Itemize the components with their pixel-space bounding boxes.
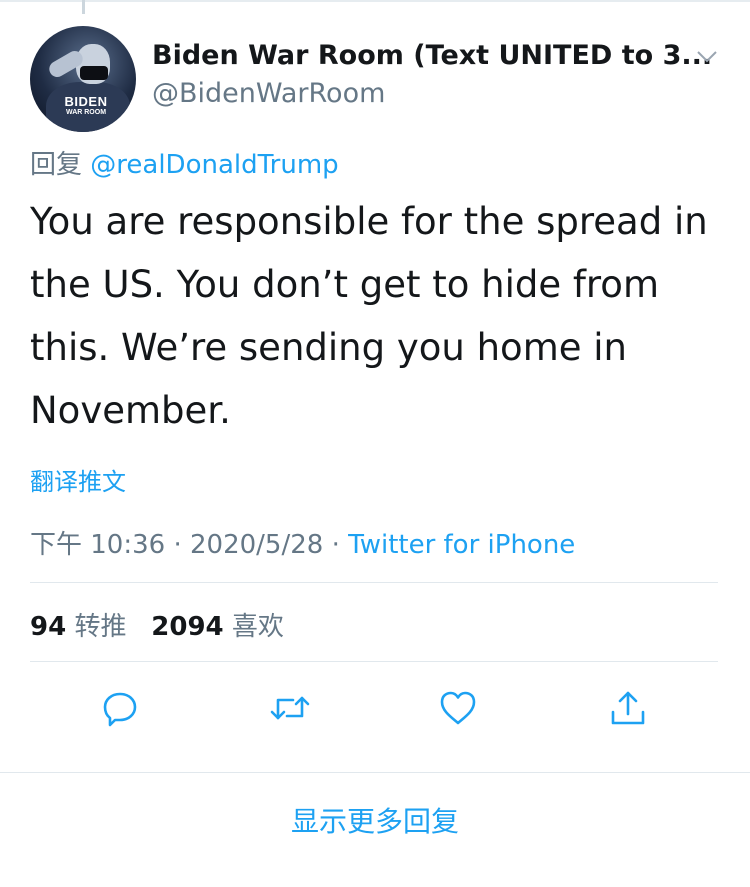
reply-prefix: 回复 [30, 150, 83, 180]
replying-to: 回复 @realDonaldTrump [30, 144, 339, 181]
reply-mention-link[interactable]: @realDonaldTrump [90, 150, 338, 180]
avatar-logo: BIDEN [64, 94, 108, 109]
like-button[interactable] [436, 686, 480, 730]
tweet-source-link[interactable]: Twitter for iPhone [348, 530, 575, 560]
tweet-text: You are responsible for the spread in th… [30, 200, 708, 432]
retweet-icon [270, 696, 310, 720]
meta-separator: · [173, 530, 182, 560]
reply-icon [103, 692, 137, 727]
share-button[interactable] [606, 686, 650, 730]
avatar-logo-sub: WAR ROOM [65, 109, 107, 116]
thread-connector [82, 0, 85, 14]
divider [30, 582, 718, 583]
chevron-down-icon[interactable] [696, 50, 718, 64]
avatar[interactable]: BIDEN WAR ROOM [30, 26, 136, 132]
heart-icon [440, 691, 476, 725]
author-display-name[interactable]: Biden War Room (Text UNITED to 3... [152, 40, 712, 71]
meta-separator: · [331, 530, 340, 560]
retweets-stat[interactable]: 94 转推 [30, 612, 126, 642]
likes-count: 2094 [151, 612, 224, 642]
divider [30, 661, 718, 662]
likes-stat[interactable]: 2094 喜欢 [151, 612, 284, 642]
tweet-date: 2020/5/28 [190, 530, 324, 560]
likes-label: 喜欢 [231, 612, 284, 642]
tweet-meta: 下午 10:36 · 2020/5/28 · Twitter for iPhon… [30, 524, 575, 561]
tweet-time: 下午 10:36 [30, 530, 166, 560]
retweet-button[interactable] [268, 686, 312, 730]
reply-button[interactable] [98, 686, 142, 730]
share-icon [611, 691, 645, 725]
top-border [0, 0, 750, 2]
show-more-replies-button[interactable]: 显示更多回复 [0, 800, 750, 840]
translate-tweet-link[interactable]: 翻译推文 [30, 462, 126, 497]
tweet-stats: 94 转推 2094 喜欢 [30, 606, 284, 643]
author-handle[interactable]: @BidenWarRoom [152, 78, 385, 109]
retweets-count: 94 [30, 612, 67, 642]
divider [0, 772, 750, 773]
retweets-label: 转推 [74, 612, 127, 642]
